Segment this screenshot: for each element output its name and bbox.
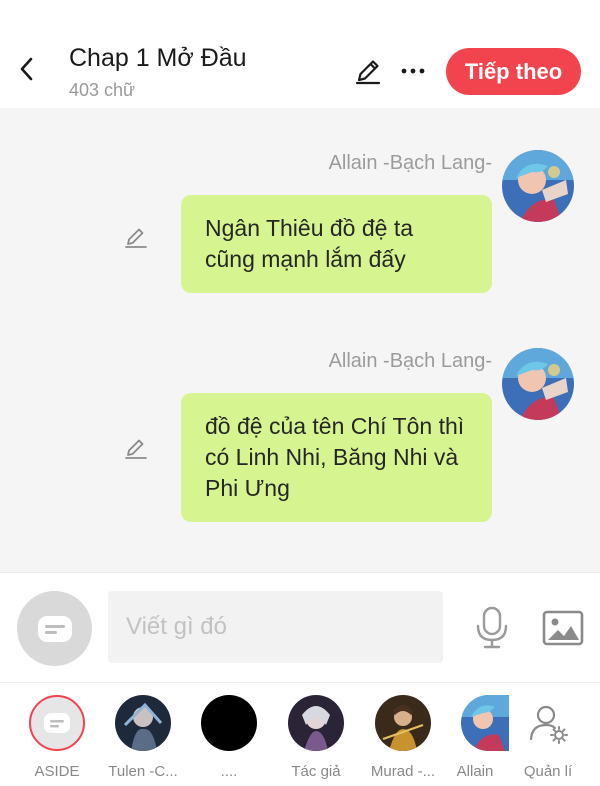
character-name: Murad -... — [370, 763, 436, 780]
message-bubble[interactable]: đồ đệ của tên Chí Tôn thì có Linh Nhi, B… — [181, 393, 492, 522]
more-button[interactable] — [396, 54, 430, 88]
author-avatar[interactable] — [502, 150, 574, 222]
character-name: Tulen -C... — [108, 763, 178, 780]
character-author[interactable]: Tác giả — [275, 683, 357, 786]
character-murad[interactable]: Murad -... — [362, 683, 444, 786]
next-chapter-button[interactable]: Tiếp theo — [446, 48, 581, 95]
author-avatar[interactable] — [502, 348, 574, 420]
pencil-icon — [125, 228, 147, 248]
message-author: Allain -Bạch Lang- — [328, 152, 492, 174]
microphone-icon — [476, 606, 508, 649]
message-author: Allain -Bạch Lang- — [328, 350, 492, 372]
edit-message-button[interactable] — [122, 434, 150, 462]
chat-area[interactable]: Allain -Bạch Lang- Ngân Thiêu đồ đệ ta c… — [0, 108, 600, 572]
word-count: 403 chữ — [69, 80, 136, 100]
character-tulen[interactable]: Tulen -C... — [102, 683, 184, 786]
composer-bar — [0, 572, 600, 682]
character-avatar — [375, 695, 431, 751]
character-avatar — [461, 695, 509, 751]
chapter-title: Chap 1 Mở Đầu — [69, 44, 247, 72]
character-avatar — [201, 695, 257, 751]
character-bar: ASIDE Tulen -C... .... Tác giả Murad -..… — [0, 682, 600, 786]
message-bubble[interactable]: Ngân Thiêu đồ đệ ta cũng mạnh lắm đấy — [181, 195, 492, 293]
insert-image-button[interactable] — [540, 606, 586, 650]
character-name: Quản lí — [523, 763, 573, 780]
manage-characters-button[interactable]: Quản lí — [507, 683, 589, 786]
character-aside[interactable]: ASIDE — [16, 683, 98, 786]
character-name: ASIDE — [34, 763, 80, 780]
chevron-left-icon — [20, 57, 33, 81]
edit-button[interactable] — [351, 54, 385, 88]
pencil-icon — [355, 60, 381, 85]
character-avatar — [288, 695, 344, 751]
character-name: Tác giả — [291, 763, 341, 780]
back-button[interactable] — [10, 52, 44, 86]
header: Chap 1 Mở Đầu 403 chữ Tiếp theo — [0, 0, 600, 108]
character-avatar — [115, 695, 171, 751]
aside-toggle-button[interactable] — [17, 591, 92, 666]
user-settings-icon — [529, 705, 568, 744]
character-allain[interactable]: Allain — [434, 683, 516, 786]
chat-bubble-icon — [37, 615, 72, 642]
chat-bubble-icon — [44, 713, 70, 733]
pencil-icon — [125, 439, 147, 459]
voice-button[interactable] — [470, 606, 514, 650]
message-input[interactable] — [108, 591, 443, 663]
character-blank[interactable]: .... — [188, 683, 270, 786]
edit-message-button[interactable] — [122, 223, 150, 251]
character-name: Allain — [456, 763, 494, 780]
image-icon — [542, 610, 584, 646]
character-avatar — [520, 695, 576, 751]
more-horizontal-icon — [401, 68, 425, 74]
character-avatar — [29, 695, 85, 751]
character-name: .... — [220, 763, 238, 780]
